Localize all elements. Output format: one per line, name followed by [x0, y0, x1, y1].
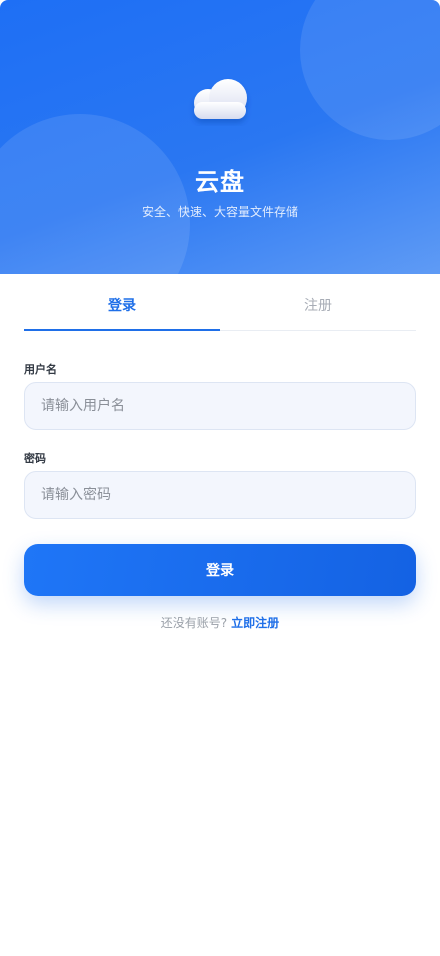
header-banner: 云盘 安全、快速、大容量文件存储 — [0, 0, 440, 274]
register-prompt: 还没有账号? 立即注册 — [0, 614, 440, 631]
login-screen: 云盘 安全、快速、大容量文件存储 登录 注册 用户名 密码 登录 还没有账号?立… — [0, 0, 440, 956]
username-label: 用户名 — [24, 363, 57, 376]
cloud-icon — [194, 79, 247, 119]
decorative-circle — [300, 0, 440, 140]
register-prompt-text: 还没有账号? — [160, 616, 228, 630]
app-subtitle: 安全、快速、大容量文件存储 — [141, 205, 298, 219]
password-input[interactable] — [24, 471, 416, 519]
login-button[interactable]: 登录 — [24, 544, 416, 596]
app-title: 云盘 — [195, 168, 245, 196]
auth-tabs: 登录 注册 — [24, 274, 416, 331]
username-input[interactable] — [24, 382, 416, 430]
password-label: 密码 — [24, 452, 46, 465]
tab-register[interactable]: 注册 — [220, 274, 416, 330]
tab-login[interactable]: 登录 — [24, 274, 220, 331]
register-link[interactable]: 立即注册 — [231, 616, 279, 630]
